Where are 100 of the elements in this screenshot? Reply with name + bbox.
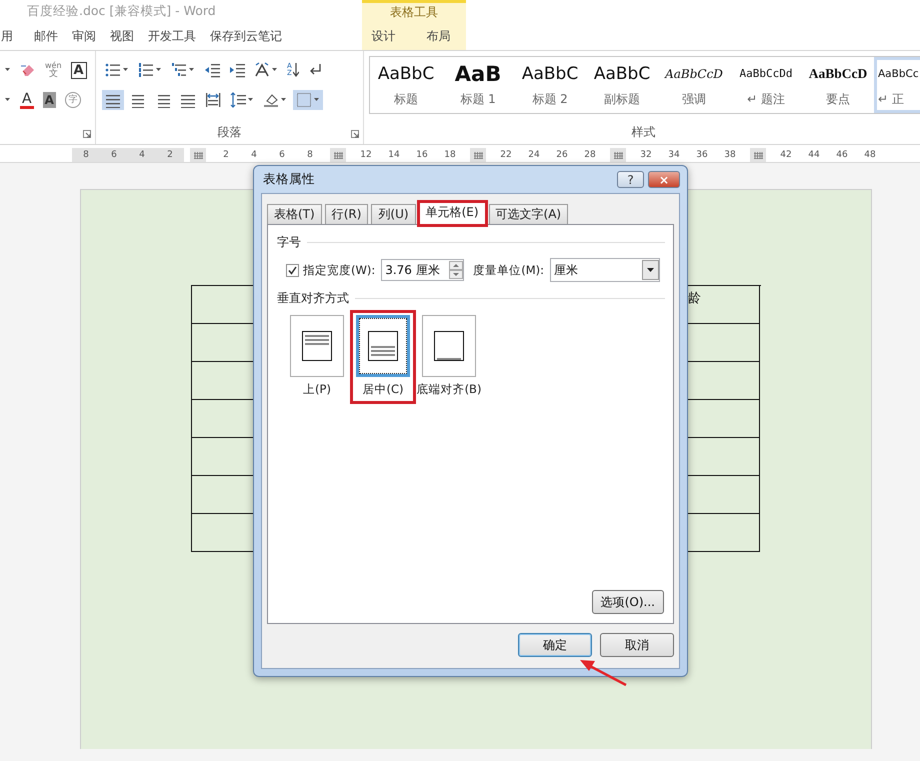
caret-icon <box>248 98 254 102</box>
unit-label: 度量单位(M): <box>473 262 544 278</box>
dialog-tab[interactable]: 列(U) <box>371 204 416 224</box>
caret-icon <box>281 98 287 102</box>
width-spin-field[interactable]: 3.76 厘米 <box>381 259 464 281</box>
caret-icon <box>272 68 278 72</box>
style-item[interactable]: AaBbC 标题 <box>370 57 442 113</box>
ruler-number: 28 <box>584 150 596 160</box>
spin-arrows-icon[interactable] <box>449 261 464 279</box>
style-item[interactable]: AaBbC 标题 2 <box>514 57 586 113</box>
cancel-button[interactable]: 取消 <box>600 633 674 657</box>
borders-icon <box>296 92 312 108</box>
dialog-tab[interactable]: 行(R) <box>324 204 368 224</box>
annotation-arrow <box>578 657 628 687</box>
style-item[interactable]: AaB 标题 1 <box>442 57 514 113</box>
ruler-number: 4 <box>139 150 145 160</box>
caret-icon <box>123 68 129 72</box>
style-sample: AaBbC <box>522 62 578 84</box>
alignment-option[interactable] <box>356 315 410 377</box>
contextual-group-title: 表格工具 <box>389 4 439 21</box>
checkbox-label: 指定宽度(W): <box>303 262 376 278</box>
top-aligned-cell-icon <box>302 331 332 361</box>
style-sample: AaBbCcDd <box>740 66 792 82</box>
center-aligned-cell-icon <box>368 331 398 361</box>
borders-button[interactable] <box>293 90 323 110</box>
character-border-button[interactable]: A <box>70 62 87 78</box>
phonetic-guide-button[interactable]: wén 文 <box>45 62 62 78</box>
style-item[interactable]: AaBbC 副标题 <box>586 57 658 113</box>
eraser-icon[interactable] <box>20 62 36 78</box>
style-item[interactable]: AaBbCcD 要点 <box>802 57 874 113</box>
ruler-number: 12 <box>360 150 372 160</box>
increase-indent-icon <box>229 62 245 78</box>
ruler-number: 38 <box>724 150 736 160</box>
style-sample: AaB <box>454 62 502 84</box>
column-marker-icon[interactable] <box>474 150 482 160</box>
group-label: 样式 <box>632 124 656 140</box>
style-item[interactable]: AaBbCc ↵ 正 <box>874 57 920 113</box>
ribbon-tab[interactable]: 保存到云笔记 <box>203 28 289 44</box>
ruler-number: 18 <box>444 150 456 160</box>
ruler-number: 8 <box>83 150 89 160</box>
option-label: 居中(C) <box>362 382 404 397</box>
checkmark-icon <box>288 266 297 274</box>
ribbon-tab[interactable]: 视图 <box>103 28 141 44</box>
alignment-option[interactable] <box>290 315 344 377</box>
style-sample: AaBbCcD <box>808 64 868 82</box>
section-heading: 字号 <box>277 234 301 250</box>
ribbon-tab[interactable]: 邮件 <box>27 28 65 44</box>
bottom-aligned-cell-icon <box>434 331 464 361</box>
column-marker-icon[interactable] <box>194 150 202 160</box>
ruler-number: 34 <box>668 150 680 160</box>
align-left-button[interactable] <box>102 90 124 110</box>
ruler-number: 2 <box>223 150 229 160</box>
style-item[interactable]: AaBbCcD 强调 <box>658 57 730 113</box>
dialog-launcher-icon[interactable] <box>351 130 359 138</box>
ribbon-tab[interactable]: 设计 <box>368 28 400 44</box>
checkbox[interactable] <box>286 264 299 276</box>
ruler-number: 6 <box>279 150 285 160</box>
style-label: 标题 <box>394 90 418 108</box>
section-heading: 垂直对齐方式 <box>277 290 349 306</box>
align-right-icon <box>155 92 171 108</box>
column-marker-icon[interactable] <box>334 150 342 160</box>
shading-icon <box>263 92 279 108</box>
dialog-tab[interactable]: 可选文字(A) <box>488 204 568 224</box>
ruler-number: 44 <box>808 150 820 160</box>
character-shading-button[interactable]: A <box>42 92 56 108</box>
caret-icon <box>156 68 162 72</box>
font-color-button[interactable]: A <box>20 92 34 108</box>
caret-icon[interactable] <box>5 68 11 72</box>
ribbon-tab[interactable]: 开发工具 <box>141 28 203 44</box>
caret-icon <box>189 68 195 72</box>
dialog-tab[interactable]: 表格(T) <box>267 204 322 224</box>
unit-dropdown[interactable]: 厘米 <box>550 258 660 282</box>
column-marker-icon[interactable] <box>614 150 622 160</box>
caret-icon[interactable] <box>5 98 11 102</box>
enclose-characters-button[interactable]: 字 <box>64 92 81 108</box>
ok-button[interactable]: 确定 <box>518 633 592 657</box>
column-marker-icon[interactable] <box>754 150 762 160</box>
style-item[interactable]: AaBbCcDd ↵ 题注 <box>730 57 802 113</box>
style-label: ↵ 题注 <box>747 90 785 108</box>
ruler-number: 16 <box>416 150 428 160</box>
ruler-number: 46 <box>836 150 848 160</box>
caret-icon <box>314 98 320 102</box>
down-arrow-icon <box>292 63 299 77</box>
style-sample: AaBbC <box>378 62 434 84</box>
window-title: 百度经验.doc [兼容模式] - Word <box>26 2 217 20</box>
ruler-number: 36 <box>696 150 708 160</box>
style-label: ↵ 正 <box>878 90 904 108</box>
ruler-number: 22 <box>500 150 512 160</box>
ruler-number: 6 <box>111 150 117 160</box>
ribbon-tab[interactable]: 审阅 <box>65 28 103 44</box>
style-label: 强调 <box>682 90 706 108</box>
ribbon-tab[interactable]: 用 <box>0 28 27 44</box>
dialog-launcher-icon[interactable] <box>83 130 91 138</box>
ribbon-tab[interactable]: 布局 <box>422 28 454 44</box>
ruler-number: 24 <box>528 150 540 160</box>
options-button[interactable]: 选项(O)... <box>592 590 664 614</box>
help-button[interactable]: ? <box>617 171 644 188</box>
alignment-option[interactable] <box>422 315 476 377</box>
group-label: 段落 <box>218 124 242 140</box>
dialog-tab[interactable]: 单元格(E) <box>418 202 486 225</box>
